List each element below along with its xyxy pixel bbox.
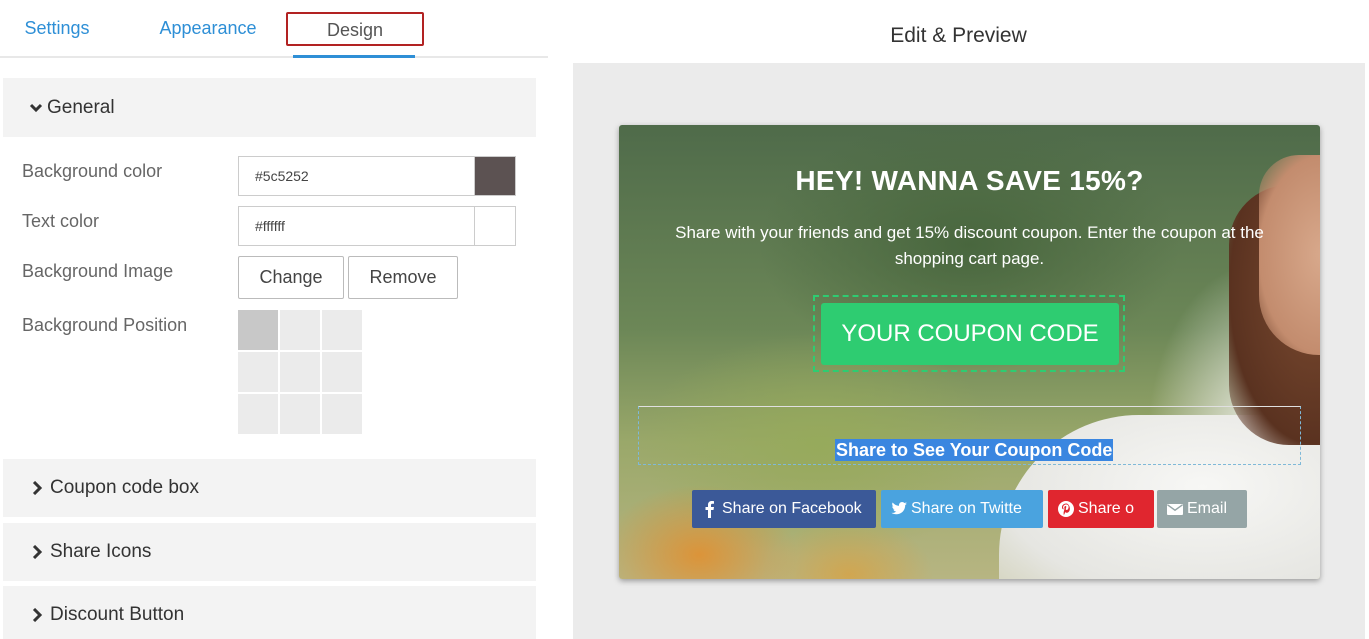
preview-title: Edit & Preview — [890, 24, 1027, 47]
position-middle-center[interactable] — [280, 352, 320, 392]
share-email-button[interactable]: Email — [1157, 490, 1247, 528]
facebook-icon — [705, 501, 714, 518]
share-facebook-label: Share on Facebook — [722, 500, 862, 517]
popup-headline[interactable]: HEY! WANNA SAVE 15%? — [619, 165, 1320, 197]
position-middle-left[interactable] — [238, 352, 278, 392]
section-general-header[interactable]: General — [3, 78, 536, 137]
pinterest-icon — [1058, 501, 1074, 517]
twitter-icon — [891, 502, 907, 515]
share-facebook-button[interactable]: Share on Facebook — [692, 490, 876, 528]
preview-canvas: HEY! WANNA SAVE 15%? Share with your fri… — [573, 63, 1365, 639]
active-tab-indicator — [293, 55, 415, 58]
chevron-right-icon — [32, 481, 43, 495]
position-bottom-left[interactable] — [238, 394, 278, 434]
share-email-label: Email — [1187, 500, 1228, 517]
envelope-icon — [1167, 504, 1183, 515]
section-discount-button-header[interactable]: Discount Button — [3, 586, 536, 639]
tab-appearance[interactable]: Appearance — [150, 12, 266, 46]
position-bottom-center[interactable] — [280, 394, 320, 434]
share-pinterest-button[interactable]: Share o — [1048, 490, 1154, 528]
design-settings-panel: Settings Appearance Design General Backg… — [0, 0, 548, 639]
text-color-label: Text color — [22, 211, 100, 231]
section-coupon-code-box-label: Coupon code box — [50, 477, 199, 498]
chevron-down-icon — [29, 103, 43, 113]
text-color-input[interactable] — [238, 206, 475, 246]
chevron-right-icon — [32, 545, 43, 559]
share-twitter-button[interactable]: Share on Twitte — [881, 490, 1043, 528]
section-general-label: General — [47, 97, 115, 118]
position-bottom-right[interactable] — [322, 394, 362, 434]
position-middle-right[interactable] — [322, 352, 362, 392]
change-image-button[interactable]: Change — [238, 256, 344, 299]
chevron-right-icon — [32, 608, 43, 622]
background-position-grid — [238, 310, 364, 436]
background-image-label: Background Image — [22, 261, 174, 281]
tab-bar: Settings Appearance Design — [0, 0, 548, 58]
background-color-swatch[interactable] — [474, 156, 516, 196]
section-share-icons-header[interactable]: Share Icons — [3, 523, 536, 581]
background-color-input[interactable] — [238, 156, 475, 196]
section-share-icons-label: Share Icons — [50, 541, 152, 562]
preview-panel: Edit & Preview HEY! WANNA SAVE 15%? Shar… — [548, 0, 1369, 639]
share-twitter-label: Share on Twitte — [911, 500, 1022, 517]
position-top-left[interactable] — [238, 310, 278, 350]
section-coupon-code-box-header[interactable]: Coupon code box — [3, 459, 536, 517]
background-color-label: Background color — [22, 161, 163, 181]
text-color-swatch[interactable] — [474, 206, 516, 246]
share-pinterest-label: Share o — [1078, 500, 1135, 517]
section-discount-button-label: Discount Button — [50, 604, 185, 625]
position-top-right[interactable] — [322, 310, 362, 350]
popup-preview-card: HEY! WANNA SAVE 15%? Share with your fri… — [619, 125, 1320, 579]
remove-image-button[interactable]: Remove — [348, 256, 458, 299]
background-position-label: Background Position — [22, 315, 188, 335]
popup-subtext[interactable]: Share with your friends and get 15% disc… — [639, 220, 1300, 272]
tab-settings[interactable]: Settings — [14, 12, 100, 46]
tab-design[interactable]: Design — [286, 12, 424, 46]
share-prompt-text[interactable]: Share to See Your Coupon Code — [835, 439, 1114, 461]
coupon-code-button[interactable]: YOUR COUPON CODE — [821, 303, 1119, 365]
position-top-center[interactable] — [280, 310, 320, 350]
